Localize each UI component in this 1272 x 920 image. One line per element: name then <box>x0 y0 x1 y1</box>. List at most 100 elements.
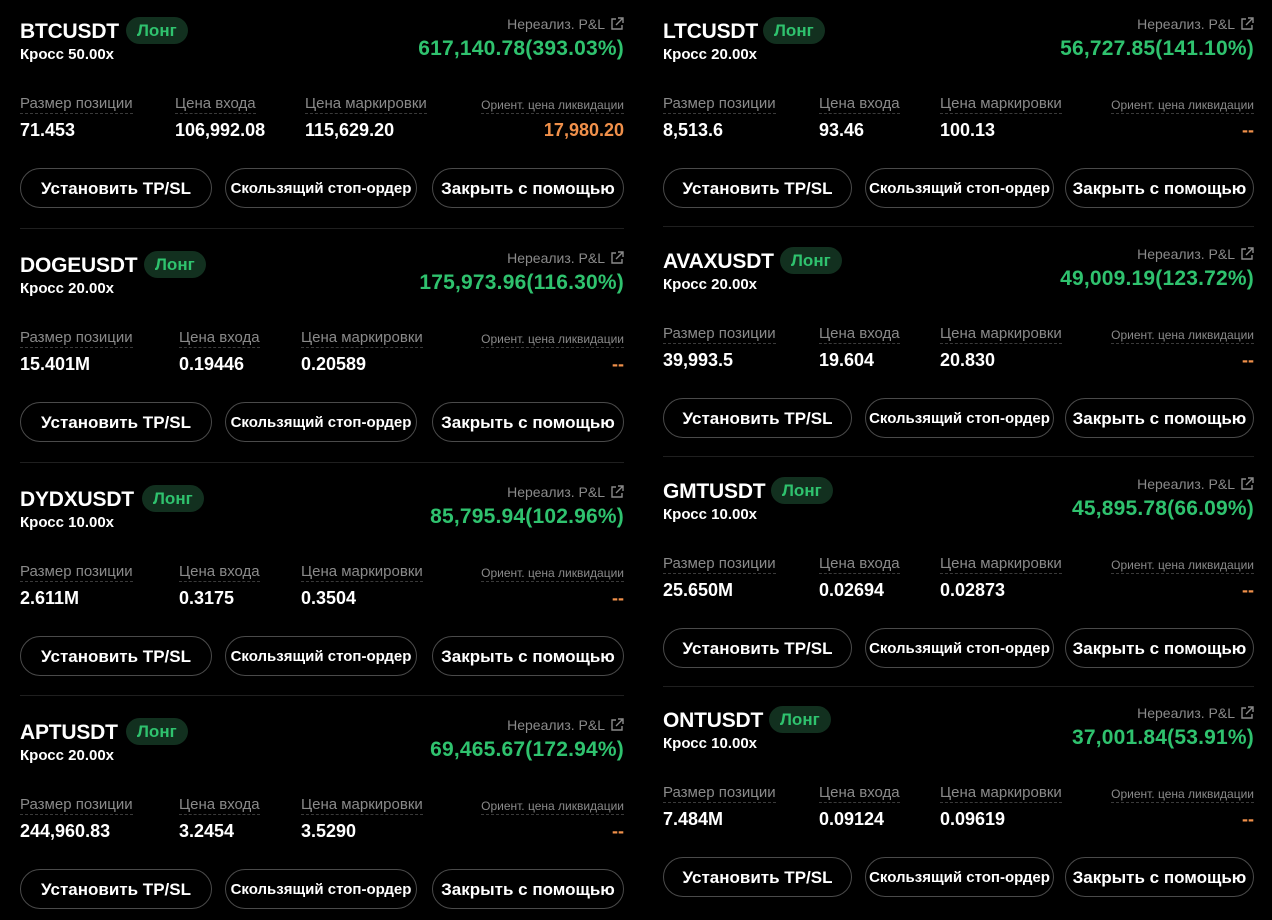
trailing-stop-button[interactable]: Скользящий стоп-ордер <box>865 857 1054 897</box>
mark-label[interactable]: Цена маркировки <box>940 325 1062 344</box>
side-badge: Лонг <box>780 247 842 274</box>
mark-value: 0.09619 <box>940 809 1006 829</box>
trailing-stop-button[interactable]: Скользящий стоп-ордер <box>225 168 417 208</box>
set-tpsl-button[interactable]: Установить TP/SL <box>663 398 852 438</box>
size-label[interactable]: Размер позиции <box>20 95 133 114</box>
mark-label[interactable]: Цена маркировки <box>940 784 1062 803</box>
close-with-button[interactable]: Закрыть с помощью <box>1065 857 1254 897</box>
set-tpsl-button[interactable]: Установить TP/SL <box>663 168 852 208</box>
trailing-stop-button[interactable]: Скользящий стоп-ордер <box>225 636 417 676</box>
close-with-button[interactable]: Закрыть с помощью <box>1065 628 1254 668</box>
mark-label[interactable]: Цена маркировки <box>301 796 423 815</box>
share-icon[interactable] <box>1240 17 1254 31</box>
pnl-label[interactable]: Нереализ. P&L <box>507 484 624 500</box>
set-tpsl-button[interactable]: Установить TP/SL <box>20 402 212 442</box>
pnl-label[interactable]: Нереализ. P&L <box>1137 16 1254 32</box>
close-with-button[interactable]: Закрыть с помощью <box>432 168 624 208</box>
liq-label[interactable]: Ориент. цена ликвидации <box>1111 328 1254 344</box>
leverage: Кросс 20.00x <box>20 280 115 297</box>
symbol: ONTUSDT <box>663 709 764 732</box>
leverage: Кросс 10.00x <box>20 514 115 531</box>
pnl-label-text: Нереализ. P&L <box>1137 16 1235 32</box>
pnl-label[interactable]: Нереализ. P&L <box>507 16 624 32</box>
entry-label[interactable]: Цена входа <box>179 796 260 815</box>
close-with-button[interactable]: Закрыть с помощью <box>432 869 624 909</box>
close-with-button[interactable]: Закрыть с помощью <box>432 636 624 676</box>
set-tpsl-button[interactable]: Установить TP/SL <box>20 168 212 208</box>
set-tpsl-button[interactable]: Установить TP/SL <box>663 857 852 897</box>
liq-label[interactable]: Ориент. цена ликвидации <box>481 332 624 348</box>
size-value: 71.453 <box>20 120 76 140</box>
liq-label[interactable]: Ориент. цена ликвидации <box>1111 787 1254 803</box>
size-label[interactable]: Размер позиции <box>663 325 776 344</box>
liq-label[interactable]: Ориент. цена ликвидации <box>481 799 624 815</box>
mark-label[interactable]: Цена маркировки <box>301 329 423 348</box>
share-icon[interactable] <box>610 17 624 31</box>
mark-label[interactable]: Цена маркировки <box>940 95 1062 114</box>
size-label[interactable]: Размер позиции <box>20 329 133 348</box>
size-label[interactable]: Размер позиции <box>20 796 133 815</box>
close-with-button[interactable]: Закрыть с помощью <box>432 402 624 442</box>
close-with-button[interactable]: Закрыть с помощью <box>1065 168 1254 208</box>
entry-label[interactable]: Цена входа <box>179 563 260 582</box>
mark-value: 115,629.20 <box>305 120 395 140</box>
share-icon[interactable] <box>610 251 624 265</box>
pnl-label-text: Нереализ. P&L <box>1137 705 1235 721</box>
size-label[interactable]: Размер позиции <box>663 784 776 803</box>
pnl-value: 45,895.78(66.09%) <box>1071 497 1254 520</box>
set-tpsl-button[interactable]: Установить TP/SL <box>663 628 852 668</box>
share-icon[interactable] <box>1240 706 1254 720</box>
card-divider <box>663 456 1254 457</box>
share-icon[interactable] <box>1240 247 1254 261</box>
liq-label[interactable]: Ориент. цена ликвидации <box>481 566 624 582</box>
share-icon[interactable] <box>610 718 624 732</box>
trailing-stop-button[interactable]: Скользящий стоп-ордер <box>225 869 417 909</box>
entry-label[interactable]: Цена входа <box>179 329 260 348</box>
liq-value: -- <box>612 354 624 374</box>
card-divider <box>20 462 624 463</box>
entry-value: 0.09124 <box>819 809 885 829</box>
liq-label[interactable]: Ориент. цена ликвидации <box>1111 558 1254 574</box>
pnl-label[interactable]: Нереализ. P&L <box>1137 246 1254 262</box>
pnl-value: 49,009.19(123.72%) <box>1060 267 1254 290</box>
symbol: APTUSDT <box>20 721 118 744</box>
trailing-stop-button[interactable]: Скользящий стоп-ордер <box>225 402 417 442</box>
leverage: Кросс 10.00x <box>663 506 758 523</box>
entry-label[interactable]: Цена входа <box>819 325 900 344</box>
set-tpsl-button[interactable]: Установить TP/SL <box>20 636 212 676</box>
pnl-label[interactable]: Нереализ. P&L <box>1137 705 1254 721</box>
share-icon[interactable] <box>1240 477 1254 491</box>
liq-label[interactable]: Ориент. цена ликвидации <box>1111 98 1254 114</box>
leverage: Кросс 10.00x <box>663 735 758 752</box>
share-icon[interactable] <box>610 485 624 499</box>
size-value: 25.650M <box>663 580 734 600</box>
liq-value: -- <box>1242 809 1254 829</box>
size-label[interactable]: Размер позиции <box>663 95 776 114</box>
entry-label[interactable]: Цена входа <box>819 784 900 803</box>
trailing-stop-button[interactable]: Скользящий стоп-ордер <box>865 168 1054 208</box>
entry-label[interactable]: Цена входа <box>175 95 256 114</box>
symbol: AVAXUSDT <box>663 250 774 273</box>
size-label[interactable]: Размер позиции <box>20 563 133 582</box>
mark-value: 0.02873 <box>940 580 1006 600</box>
mark-label[interactable]: Цена маркировки <box>940 555 1062 574</box>
liq-label[interactable]: Ориент. цена ликвидации <box>481 98 624 114</box>
pnl-label[interactable]: Нереализ. P&L <box>507 717 624 733</box>
pnl-label[interactable]: Нереализ. P&L <box>507 250 624 266</box>
size-value: 7.484M <box>663 809 724 829</box>
entry-label[interactable]: Цена входа <box>819 555 900 574</box>
mark-label[interactable]: Цена маркировки <box>301 563 423 582</box>
leverage: Кросс 20.00x <box>663 276 758 293</box>
trailing-stop-button[interactable]: Скользящий стоп-ордер <box>865 628 1054 668</box>
mark-value: 0.20589 <box>301 354 367 374</box>
size-label[interactable]: Размер позиции <box>663 555 776 574</box>
side-badge: Лонг <box>126 718 188 745</box>
entry-label[interactable]: Цена входа <box>819 95 900 114</box>
close-with-button[interactable]: Закрыть с помощью <box>1065 398 1254 438</box>
mark-label[interactable]: Цена маркировки <box>305 95 427 114</box>
trailing-stop-button[interactable]: Скользящий стоп-ордер <box>865 398 1054 438</box>
set-tpsl-button[interactable]: Установить TP/SL <box>20 869 212 909</box>
size-value: 244,960.83 <box>20 821 111 841</box>
pnl-label[interactable]: Нереализ. P&L <box>1137 476 1254 492</box>
entry-value: 0.3175 <box>179 588 235 608</box>
